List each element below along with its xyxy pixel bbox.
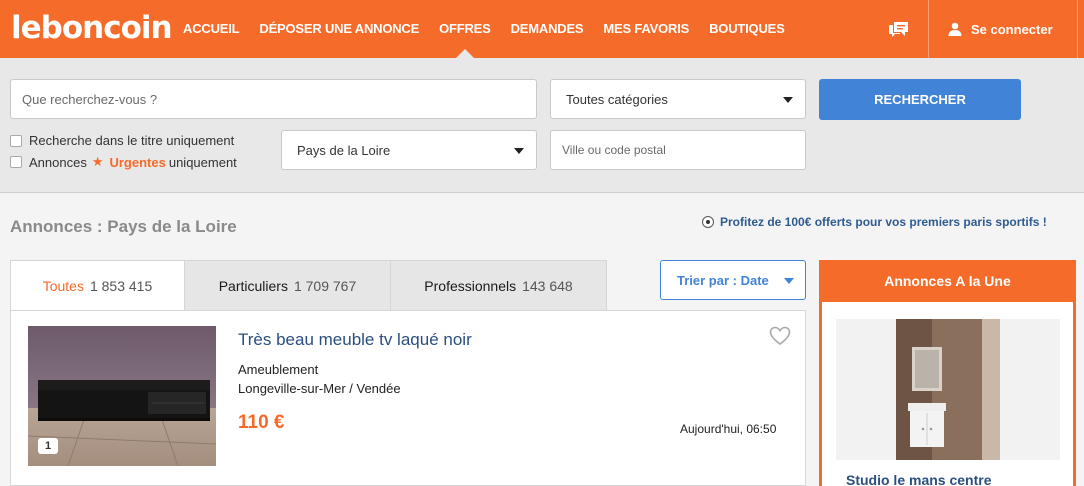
user-icon (948, 22, 962, 36)
bathroom-photo (896, 319, 1000, 460)
tab-count: 1 853 415 (89, 277, 153, 294)
listing-thumbnail[interactable]: 1 (28, 326, 216, 466)
login-label: Se connecter (971, 21, 1053, 37)
category-select[interactable]: Toutes catégories (550, 79, 806, 119)
search-button[interactable]: RECHERCHER (819, 79, 1021, 120)
tab-particuliers[interactable]: Particuliers 1 709 767 (185, 260, 391, 311)
tab-label: Professionnels (424, 277, 517, 294)
listing-location: Longeville-sur-Mer / Vendée (238, 381, 401, 396)
tab-label: Toutes (42, 277, 84, 294)
featured-ads-panel: Annonces A la Une Studio le mans centre (819, 260, 1076, 486)
listing-item[interactable]: 1 Très beau meuble tv laqué noir Ameuble… (10, 310, 806, 486)
category-value: Toutes catégories (566, 91, 668, 107)
nav-accueil[interactable]: ACCUEIL (183, 0, 240, 58)
messages-button[interactable] (869, 0, 929, 58)
chevron-down-icon (783, 97, 793, 103)
tab-professionnels[interactable]: Professionnels 143 648 (391, 260, 607, 311)
top-header: leboncoin ACCUEIL DÉPOSER UNE ANNONCE OF… (0, 0, 1084, 58)
region-value: Pays de la Loire (297, 142, 391, 158)
urgent-prefix: Annonces (29, 154, 87, 170)
tab-label: Particuliers (218, 277, 288, 294)
city-input[interactable]: Ville ou code postal (550, 130, 806, 170)
listing-price: 110 € (238, 412, 285, 433)
title-only-label: Recherche dans le titre uniquement (29, 133, 235, 148)
nav-deposer-annonce[interactable]: DÉPOSER UNE ANNONCE (259, 0, 419, 58)
urgent-checkbox[interactable] (10, 156, 22, 168)
urgent-suffix: uniquement (168, 154, 237, 170)
title-only-checkbox-row[interactable]: Recherche dans le titre uniquement (10, 133, 234, 148)
sort-label: Trier par : Date (677, 272, 769, 288)
page-title: Annonces : Pays de la Loire (10, 217, 237, 236)
login-button[interactable]: Se connecter (930, 0, 1078, 58)
favorite-heart-icon[interactable] (769, 326, 791, 351)
nav-mes-favoris[interactable]: MES FAVORIS (603, 0, 689, 58)
featured-header: Annonces A la Une (819, 260, 1076, 302)
main-nav: ACCUEIL DÉPOSER UNE ANNONCE OFFRES DEMAN… (183, 0, 805, 58)
urgent-word: Urgentes (109, 154, 166, 170)
chat-bubbles-icon (888, 22, 908, 37)
star-icon: ★ (91, 154, 104, 169)
listing-category: Ameublement (238, 362, 319, 377)
search-input[interactable]: Que recherchez-vous ? (10, 79, 537, 119)
leboncoin-logo[interactable]: leboncoin (11, 10, 173, 46)
tab-toutes[interactable]: Toutes 1 853 415 (10, 260, 185, 311)
promo-text: Profitez de 100€ offerts pour vos premie… (720, 215, 1047, 229)
nav-offres[interactable]: OFFRES (439, 0, 491, 58)
urgent-checkbox-row[interactable]: Annonces ★ Urgentes uniquement (10, 154, 237, 170)
featured-thumbnail[interactable] (836, 319, 1060, 460)
chevron-down-icon (784, 278, 794, 284)
listing-tabs: Toutes 1 853 415 Particuliers 1 709 767 … (10, 260, 607, 311)
tab-count: 1 709 767 (293, 277, 357, 294)
photo-count-badge: 1 (38, 438, 58, 454)
title-only-checkbox[interactable] (10, 134, 22, 147)
nav-demandes[interactable]: DEMANDES (511, 0, 584, 58)
search-panel: Que recherchez-vous ? Toutes catégories … (0, 58, 1084, 193)
tab-count: 143 648 (522, 277, 573, 294)
listing-title[interactable]: Très beau meuble tv laqué noir (238, 330, 472, 350)
promo-link[interactable]: Profitez de 100€ offerts pour vos premie… (702, 215, 1047, 229)
featured-title[interactable]: Studio le mans centre (846, 472, 991, 486)
chevron-down-icon (514, 148, 524, 154)
listing-date: Aujourd'hui, 06:50 (680, 422, 777, 436)
sort-dropdown[interactable]: Trier par : Date (660, 260, 806, 300)
nav-boutiques[interactable]: BOUTIQUES (709, 0, 785, 58)
soccer-ball-icon (702, 216, 714, 228)
region-select[interactable]: Pays de la Loire (281, 130, 537, 170)
